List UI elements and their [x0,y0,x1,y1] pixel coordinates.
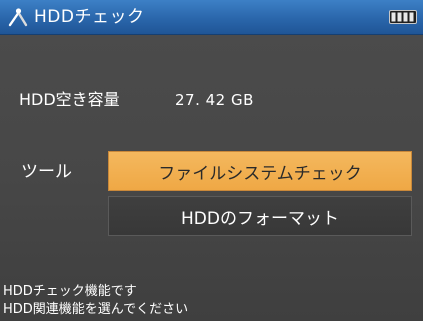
title-bar: HDDチェック [0,0,423,35]
hdd-free-space-value: 27. 42 GB [175,91,254,109]
file-system-check-label: ファイルシステムチェック [158,163,362,184]
file-system-check-button[interactable]: ファイルシステムチェック [108,151,412,191]
hdd-format-label: HDDのフォーマット [181,208,339,229]
app-screen: HDDチェック HDD空き容量 27. 42 GB ツール ファイルシステムチェ… [0,0,423,321]
hdd-format-button[interactable]: HDDのフォーマット [108,196,412,236]
status-message: HDDチェック機能です HDD関連機能を選んでください [3,283,188,319]
battery-icon [389,10,417,24]
tools-icon [8,8,28,27]
page-title: HDDチェック [34,7,145,27]
hdd-free-space-label: HDD空き容量 [19,90,120,109]
tools-label: ツール [21,162,72,182]
status-line-2: HDD関連機能を選んでください [3,302,189,317]
status-line-1: HDDチェック機能です [3,284,137,299]
